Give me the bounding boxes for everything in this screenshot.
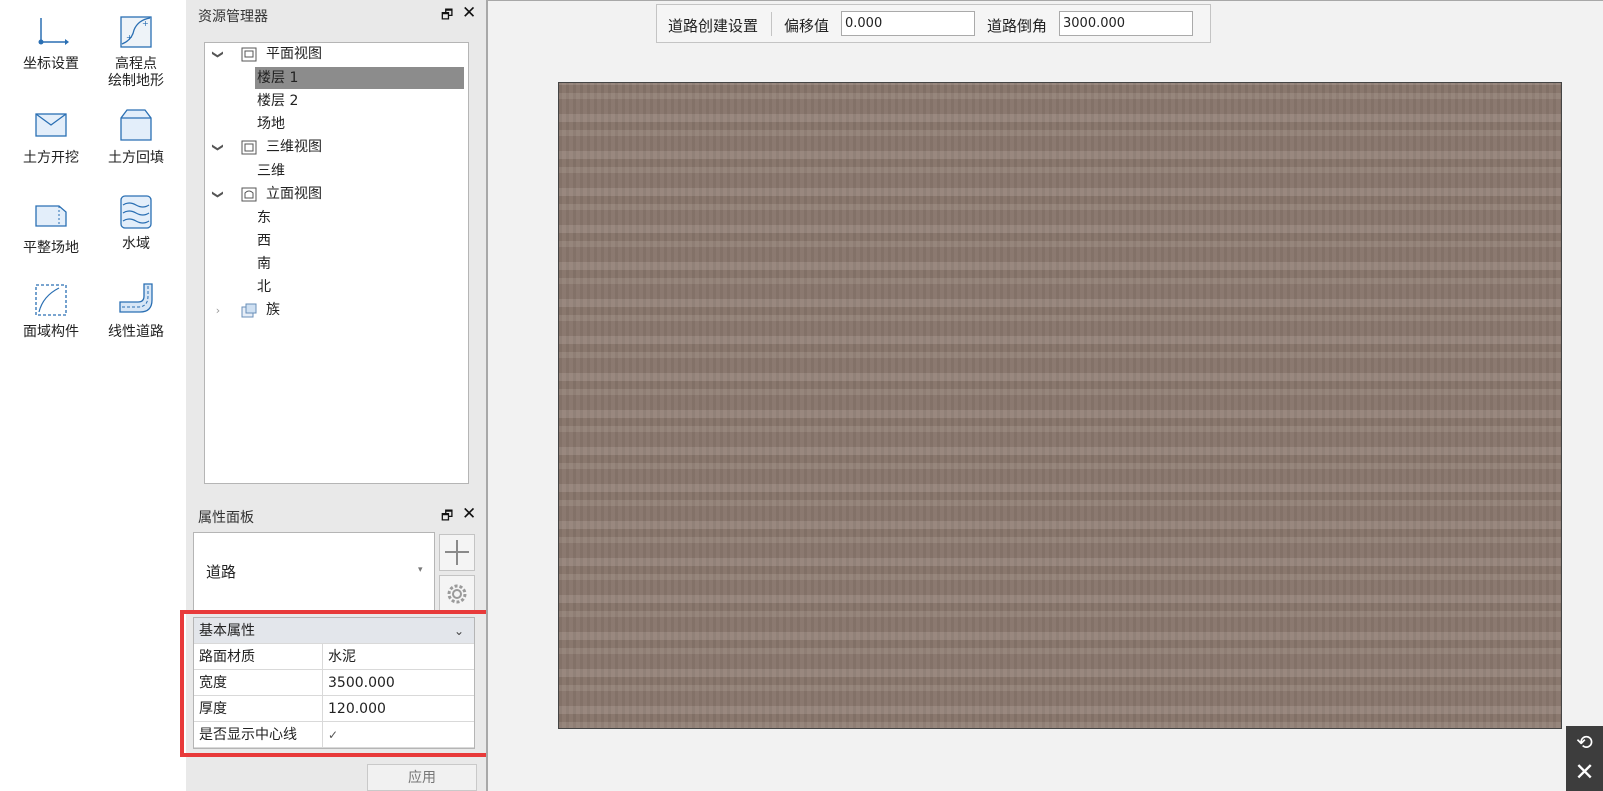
tree-leaf-north[interactable]: 北 (257, 276, 271, 298)
coordinate-icon (38, 18, 69, 45)
linear-road-button[interactable]: 线性道路 (91, 282, 181, 341)
water-button[interactable]: 水域 (91, 194, 181, 253)
reset-view-icon[interactable]: ⟲ (1566, 730, 1603, 754)
tree-leaf-label: 北 (257, 279, 271, 295)
tree-leaf-label: 楼层 1 (257, 70, 299, 86)
type-selector[interactable]: 道路 ▾ (193, 532, 435, 613)
tool-label: 面域构件 (23, 324, 79, 340)
tree-node-plan-view[interactable]: ❯ 平面视图 (211, 43, 461, 66)
restore-icon[interactable]: 🗗 (441, 6, 453, 28)
plan-view-icon (241, 47, 257, 62)
close-icon[interactable]: ✕ (462, 504, 476, 524)
coordinate-settings-button[interactable]: 坐标设置 (6, 14, 96, 73)
backfill-icon (120, 109, 152, 141)
svg-text:+: + (142, 19, 149, 28)
apply-button[interactable]: 应用 (367, 764, 477, 791)
tool-label: 坐标设置 (23, 56, 79, 72)
backfill-button[interactable]: 土方回填 (91, 108, 181, 167)
tree-leaf-site[interactable]: 场地 (257, 113, 285, 135)
tool-label: 土方回填 (108, 150, 164, 166)
property-panel-header: 属性面板 🗗 ✕ (186, 501, 486, 529)
tree-leaf-south[interactable]: 南 (257, 253, 271, 275)
chamfer-label: 道路倒角 (987, 17, 1048, 35)
3d-view-icon (241, 140, 257, 155)
chevron-down-icon[interactable]: ❯ (207, 141, 230, 155)
linear-road-icon (119, 283, 153, 313)
highlight-box (180, 610, 494, 757)
offset-input[interactable] (841, 11, 975, 36)
plus-icon (445, 540, 469, 565)
tree-node-elevation-view[interactable]: ❯ 立面视图 (211, 183, 461, 206)
tree-leaf-label: 场地 (257, 116, 285, 132)
viewport[interactable]: 道路创建设置 偏移值 道路倒角 (486, 0, 1603, 791)
divider (771, 12, 772, 36)
dropdown-arrow-icon[interactable]: ▾ (418, 565, 423, 575)
tree-leaf-label: 西 (257, 233, 271, 249)
type-value: 道路 (206, 563, 237, 581)
tree-node-label: 族 (266, 302, 280, 318)
tool-label: 高程点 绘制地形 (108, 56, 164, 89)
road-settings-title: 道路创建设置 (668, 17, 759, 35)
resource-tree: ❯ 平面视图 楼层 1 楼层 2 场地 ❯ 三维视图 三维 ❯ 立面视图 东 西… (204, 42, 469, 484)
tree-leaf-west[interactable]: 西 (257, 230, 271, 252)
water-icon (120, 195, 152, 229)
chamfer-input[interactable] (1059, 11, 1193, 36)
family-icon (241, 303, 257, 318)
close-icon[interactable]: ✕ (462, 3, 476, 23)
tree-node-label: 平面视图 (266, 46, 322, 62)
resource-panel-header: 资源管理器 🗗 ✕ (186, 0, 486, 28)
view-controls: ⟲ ✕ (1566, 726, 1603, 791)
tree-node-label: 立面视图 (266, 186, 322, 202)
svg-text:+: + (126, 33, 133, 42)
tree-node-3d-view[interactable]: ❯ 三维视图 (211, 136, 461, 159)
tool-label: 线性道路 (108, 324, 164, 340)
area-component-button[interactable]: 面域构件 (6, 282, 96, 341)
tool-label: 平整场地 (23, 240, 79, 256)
level-site-button[interactable]: 平整场地 (6, 198, 96, 257)
tool-label: 土方开挖 (23, 150, 79, 166)
tree-leaf-label: 东 (257, 210, 271, 226)
terrain-surface[interactable] (558, 82, 1562, 729)
tree-leaf-floor-2[interactable]: 楼层 2 (257, 90, 298, 112)
add-type-button[interactable] (439, 534, 475, 571)
excavation-icon (35, 113, 67, 137)
elevation-terrain-button[interactable]: + + 高程点 绘制地形 (91, 14, 181, 90)
tool-palette: 坐标设置 + + 高程点 绘制地形 土方开挖 土方回填 平整场地 水域 面域构件… (0, 0, 186, 791)
chevron-down-icon[interactable]: ❯ (207, 188, 230, 202)
tree-leaf-east[interactable]: 东 (257, 207, 271, 229)
close-view-icon[interactable]: ✕ (1566, 758, 1603, 786)
restore-icon[interactable]: 🗗 (441, 507, 453, 529)
tree-node-family[interactable]: › 族 (211, 299, 461, 322)
offset-label: 偏移值 (784, 17, 830, 35)
gear-icon (447, 584, 467, 604)
elevation-view-icon (241, 187, 257, 202)
area-component-icon (35, 284, 67, 316)
tree-leaf-3d[interactable]: 三维 (257, 160, 285, 182)
road-settings-bar: 道路创建设置 偏移值 道路倒角 (656, 4, 1211, 43)
resource-panel-title: 资源管理器 (198, 9, 268, 25)
chevron-right-icon[interactable]: › (211, 299, 225, 322)
tree-node-label: 三维视图 (266, 139, 322, 155)
elevation-terrain-icon: + + (120, 16, 152, 48)
tree-leaf-label: 楼层 2 (257, 93, 299, 109)
tree-leaf-label: 南 (257, 256, 271, 272)
property-panel-title: 属性面板 (198, 510, 254, 526)
level-site-icon (35, 205, 67, 227)
tree-leaf-floor-1[interactable]: 楼层 1 (255, 67, 464, 89)
tree-leaf-label: 三维 (257, 163, 285, 179)
tool-label: 水域 (122, 236, 150, 252)
type-settings-button[interactable] (439, 575, 475, 612)
chevron-down-icon[interactable]: ❯ (207, 48, 230, 62)
excavation-button[interactable]: 土方开挖 (6, 108, 96, 167)
